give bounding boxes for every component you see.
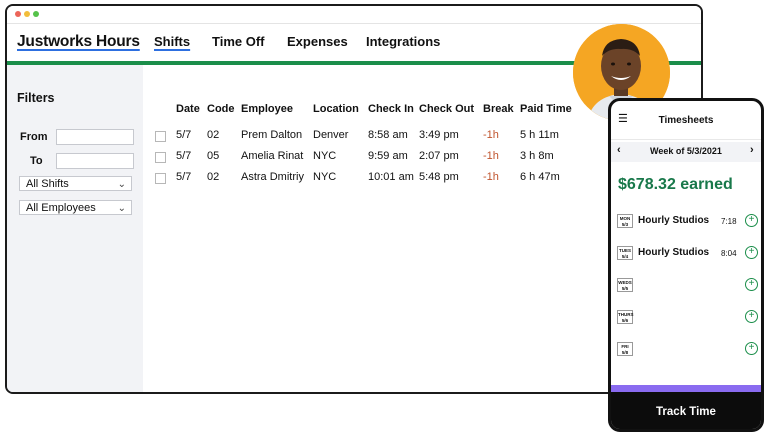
date-badge: FRI 5/8 (617, 342, 633, 356)
week-selector: ‹ Week of 5/3/2021 › (611, 142, 761, 162)
day-row-tuesday[interactable]: TUES 5/4 Hourly Studios 8:04 + (611, 244, 761, 264)
cell-paid-time: 5 h 11m (520, 129, 559, 141)
cell-check-in: 9:59 am (368, 150, 408, 162)
tab-expenses[interactable]: Expenses (287, 34, 348, 49)
cell-location: NYC (313, 150, 337, 162)
column-header-paid-time[interactable]: Paid Time (520, 103, 572, 115)
shifts-select-value: All Shifts (26, 178, 69, 190)
cell-check-out: 2:07 pm (419, 150, 459, 162)
from-date-input[interactable] (56, 129, 134, 145)
day-row-wednesday[interactable]: WEDS 5/5 + (611, 276, 761, 296)
day-row-friday[interactable]: FRI 5/8 + (611, 340, 761, 360)
week-label: Week of 5/3/2021 (650, 146, 722, 156)
to-date-input[interactable] (56, 153, 134, 169)
date-badge: TUES 5/4 (617, 246, 633, 260)
brand-name: Justworks Hours (17, 33, 140, 50)
chevron-down-icon: ⌄ (117, 203, 126, 214)
column-header-employee[interactable]: Employee (241, 103, 293, 115)
day-hours: 8:04 (721, 249, 737, 258)
close-dot-icon[interactable] (15, 11, 21, 17)
column-header-check-in[interactable]: Check In (368, 103, 414, 115)
accent-stripe (611, 385, 761, 392)
chevron-down-icon: ⌄ (117, 179, 126, 190)
cell-code: 02 (207, 171, 220, 183)
badge-date: 5/5 (621, 286, 629, 291)
cell-date: 5/7 (176, 150, 192, 162)
employees-select-value: All Employees (26, 202, 96, 214)
cell-employee: Prem Dalton (241, 129, 303, 141)
column-header-break[interactable]: Break (483, 103, 514, 115)
from-label: From (20, 131, 48, 143)
track-time-button[interactable]: Track Time (611, 392, 761, 429)
column-header-location[interactable]: Location (313, 103, 359, 115)
column-header-check-out[interactable]: Check Out (419, 103, 474, 115)
cell-check-in: 10:01 am (368, 171, 414, 183)
maximize-dot-icon[interactable] (33, 11, 39, 17)
cell-employee: Astra Dmitriy (241, 171, 304, 183)
day-hours: 7:18 (721, 217, 737, 226)
badge-date: 5/4 (621, 254, 629, 259)
phone-header: ☰ Timesheets (611, 101, 761, 140)
mobile-app-phone: ☰ Timesheets ‹ Week of 5/3/2021 › $678.3… (608, 98, 764, 432)
to-label: To (30, 155, 43, 167)
cell-check-out: 3:49 pm (419, 129, 459, 141)
cell-date: 5/7 (176, 171, 192, 183)
minimize-dot-icon[interactable] (24, 11, 30, 17)
shifts-select[interactable]: All Shifts ⌄ (19, 176, 132, 191)
plus-circle-icon[interactable]: + (745, 214, 758, 227)
date-badge: WEDS 5/5 (617, 278, 633, 292)
cell-paid-time: 6 h 47m (520, 171, 560, 183)
title-bar (7, 6, 701, 24)
cell-break: -1h (483, 150, 499, 162)
plus-circle-icon[interactable]: + (745, 246, 758, 259)
badge-date: 5/3 (621, 222, 629, 227)
plus-circle-icon[interactable]: + (745, 278, 758, 291)
cell-break: -1h (483, 171, 499, 183)
cell-date: 5/7 (176, 129, 192, 141)
plus-circle-icon[interactable]: + (745, 310, 758, 323)
day-row-monday[interactable]: MON 5/3 Hourly Studios 7:18 + (611, 212, 761, 232)
chevron-right-icon[interactable]: › (750, 144, 754, 156)
date-badge: THURS 5/6 (617, 310, 634, 324)
tab-integrations[interactable]: Integrations (366, 34, 440, 49)
day-client: Hourly Studios (638, 215, 710, 226)
date-badge: MON 5/3 (617, 214, 633, 228)
employees-select[interactable]: All Employees ⌄ (19, 200, 132, 215)
brand-logo[interactable]: Justworks Hours (17, 33, 140, 51)
cell-location: Denver (313, 129, 349, 141)
day-row-thursday[interactable]: THURS 5/6 + (611, 308, 761, 328)
cell-code: 05 (207, 150, 220, 162)
cell-paid-time: 3 h 8m (520, 150, 554, 162)
filters-sidebar: Filters From To All Shifts ⌄ All Employe… (7, 65, 143, 392)
tab-time-off[interactable]: Time Off (212, 34, 265, 49)
cell-employee: Amelia Rinat (241, 150, 304, 162)
column-header-code[interactable]: Code (207, 103, 235, 115)
badge-date: 5/8 (621, 350, 629, 355)
row-checkbox[interactable] (155, 173, 166, 184)
cell-break: -1h (483, 129, 499, 141)
earned-total: $678.32 earned (618, 176, 733, 193)
cell-location: NYC (313, 171, 337, 183)
cell-code: 02 (207, 129, 220, 141)
filters-title: Filters (17, 91, 55, 105)
row-checkbox[interactable] (155, 152, 166, 163)
row-checkbox[interactable] (155, 131, 166, 142)
phone-title: Timesheets (658, 115, 714, 126)
tab-shifts[interactable]: Shifts (154, 34, 190, 49)
badge-date: 5/6 (621, 318, 629, 323)
cell-check-in: 8:58 am (368, 129, 408, 141)
cell-check-out: 5:48 pm (419, 171, 459, 183)
plus-circle-icon[interactable]: + (745, 342, 758, 355)
column-header-date[interactable]: Date (176, 103, 200, 115)
day-client: Hourly Studios (638, 247, 710, 258)
